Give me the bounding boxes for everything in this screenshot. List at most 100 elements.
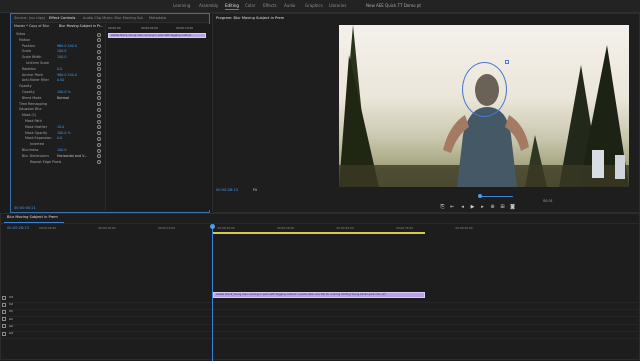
reset-keyframe-icon[interactable]: [97, 78, 101, 83]
reset-keyframe-icon[interactable]: [97, 90, 101, 95]
reset-keyframe-icon[interactable]: [97, 131, 101, 136]
workspace-audio[interactable]: Audio: [284, 3, 295, 8]
reset-keyframe-icon[interactable]: [97, 32, 101, 37]
reset-keyframe-icon[interactable]: [97, 49, 101, 54]
reset-keyframe-icon[interactable]: [97, 102, 101, 107]
playhead-handle-icon[interactable]: [210, 224, 215, 229]
tab-effect-controls[interactable]: Effect Controls: [49, 16, 75, 20]
effect-prop-value[interactable]: Horizontal and V...: [57, 154, 87, 158]
track-label[interactable]: A1: [9, 317, 13, 321]
reset-keyframe-icon[interactable]: [97, 107, 101, 112]
ec-clip-bar[interactable]: Adobe Stock_Young man running in park wi…: [108, 33, 206, 38]
sequence-tab[interactable]: Blur Moving Subject in Prem: [7, 215, 58, 219]
workspace-learning[interactable]: Learning: [173, 3, 190, 8]
reset-keyframe-icon[interactable]: [97, 84, 101, 89]
effect-prop-value[interactable]: 100.0: [57, 49, 66, 53]
reset-keyframe-icon[interactable]: [97, 67, 101, 72]
effect-prop-label: Inverted: [30, 142, 44, 147]
track-lock-icon[interactable]: [2, 331, 6, 336]
track-lock-icon[interactable]: [2, 317, 6, 322]
reset-keyframe-icon[interactable]: [97, 38, 101, 43]
workspace-graphics[interactable]: Graphics: [305, 3, 323, 8]
playhead-marker-icon[interactable]: [478, 194, 482, 198]
reset-keyframe-icon[interactable]: [97, 142, 101, 147]
effect-prop-value[interactable]: 960.0 540.0: [57, 44, 77, 48]
mark-in-icon[interactable]: ⎘: [439, 204, 446, 210]
reset-keyframe-icon[interactable]: [97, 61, 101, 66]
ruler-tick-label: 00:00:25:00: [277, 226, 295, 230]
effect-prop-value[interactable]: Normal: [57, 96, 69, 100]
ec-clip-label[interactable]: Blur Moving Subject in Pr...: [59, 24, 103, 28]
reset-keyframe-icon[interactable]: [97, 96, 101, 101]
effect-prop-label: Gaussian Blur: [19, 107, 42, 112]
workspace-color[interactable]: Color: [245, 3, 255, 8]
effect-prop-label: Mask (1): [22, 113, 37, 118]
effect-prop-value[interactable]: 100.0: [57, 148, 66, 152]
track-label[interactable]: V3: [9, 295, 13, 299]
fit-dropdown[interactable]: Fit: [253, 188, 257, 192]
reset-keyframe-icon[interactable]: [97, 148, 101, 153]
reset-keyframe-icon[interactable]: [97, 44, 101, 49]
export-frame-icon[interactable]: ◙: [509, 204, 516, 210]
reset-keyframe-icon[interactable]: [97, 125, 101, 130]
effect-prop-label: Mask Path: [25, 119, 42, 123]
project-title: New AEE Quick TT Demo pt: [366, 3, 421, 8]
timeline-clip[interactable]: Adobe Stock_Young man running in park wi…: [213, 292, 425, 298]
step-back-icon[interactable]: ◂: [459, 204, 466, 210]
track-label[interactable]: A2: [9, 324, 13, 328]
tab-metadata[interactable]: Metadata: [149, 16, 166, 20]
track-label[interactable]: V1: [9, 309, 13, 313]
mark-out-icon[interactable]: ⇤: [449, 204, 456, 210]
reset-keyframe-icon[interactable]: [97, 160, 101, 165]
workspace-libraries[interactable]: Libraries: [329, 3, 346, 8]
effect-prop-label: Blur Dimensions: [22, 153, 49, 158]
mask-ellipse[interactable]: [462, 62, 507, 117]
effect-prop-value[interactable]: 10.0: [57, 125, 64, 129]
track-lock-icon[interactable]: [2, 295, 6, 300]
workspace-editing[interactable]: Editing: [225, 3, 239, 10]
effect-prop-value[interactable]: 0.0: [57, 136, 62, 140]
track-lock-icon[interactable]: [2, 309, 6, 314]
effect-prop-label: Mask Feather: [25, 124, 48, 129]
track-lock-icon[interactable]: [2, 302, 6, 307]
ec-timecode[interactable]: 00:00:00:21: [14, 206, 36, 210]
reset-keyframe-icon[interactable]: [97, 73, 101, 78]
ruler-tick-label: 00:00:35:00: [396, 226, 414, 230]
program-timecode[interactable]: 00:00:28:13: [216, 188, 238, 192]
tab-audio-clip-mixer[interactable]: Audio Clip Mixer: Blur Moving Subject in…: [83, 16, 143, 20]
workspace-assembly[interactable]: Assembly: [199, 3, 218, 8]
mask-handle[interactable]: [505, 60, 509, 64]
tracks: V3 V2 V1 A1 A2 A3: [1, 264, 640, 354]
tab-source[interactable]: Source: (no clips): [14, 16, 45, 20]
effect-prop-value[interactable]: 960.0 540.0: [57, 73, 77, 77]
reset-keyframe-icon[interactable]: [97, 154, 101, 159]
work-area-bar[interactable]: [212, 232, 425, 234]
timeline-ruler[interactable]: 00:00:05:00 00:00:10:00 00:00:15:00 00:00:2…: [1, 224, 640, 232]
overwrite-icon[interactable]: ⊞: [499, 204, 506, 210]
effect-prop-value[interactable]: 100.0 %: [57, 131, 71, 135]
insert-icon[interactable]: ⊕: [489, 204, 496, 210]
timeline-playhead[interactable]: [212, 224, 213, 361]
track-row: A3: [1, 330, 640, 339]
step-forward-icon[interactable]: ▸: [479, 204, 486, 210]
effect-prop-value[interactable]: 100.0: [57, 55, 66, 59]
track-label[interactable]: A3: [9, 331, 13, 335]
reset-keyframe-icon[interactable]: [97, 136, 101, 141]
timeline-panel: Blur Moving Subject in Prem 00:00:28:13 …: [0, 213, 640, 361]
effect-prop-value[interactable]: 100.0 %: [57, 90, 71, 94]
effect-prop-label: Scale Width: [22, 55, 42, 60]
reset-keyframe-icon[interactable]: [97, 55, 101, 60]
effect-controls-timeline: 00:00:00 00:00:05:00 00:00:10:00 Adobe S…: [105, 24, 210, 224]
effect-prop-value[interactable]: 0.00: [57, 78, 64, 82]
playhead-scrub-bar[interactable]: [481, 196, 513, 197]
track-label[interactable]: V2: [9, 302, 13, 306]
ec-ruler-tc-2: 00:00:10:00: [176, 26, 194, 30]
reset-keyframe-icon[interactable]: [97, 113, 101, 118]
effect-prop-value[interactable]: 0.0: [57, 67, 62, 71]
reset-keyframe-icon[interactable]: [97, 119, 101, 124]
program-duration: 00:01: [543, 199, 553, 203]
track-lock-icon[interactable]: [2, 324, 6, 329]
workspace-effects[interactable]: Effects: [263, 3, 277, 8]
ruler-tick-label: 00:00:40:00: [455, 226, 473, 230]
play-icon[interactable]: ▶: [469, 204, 476, 210]
